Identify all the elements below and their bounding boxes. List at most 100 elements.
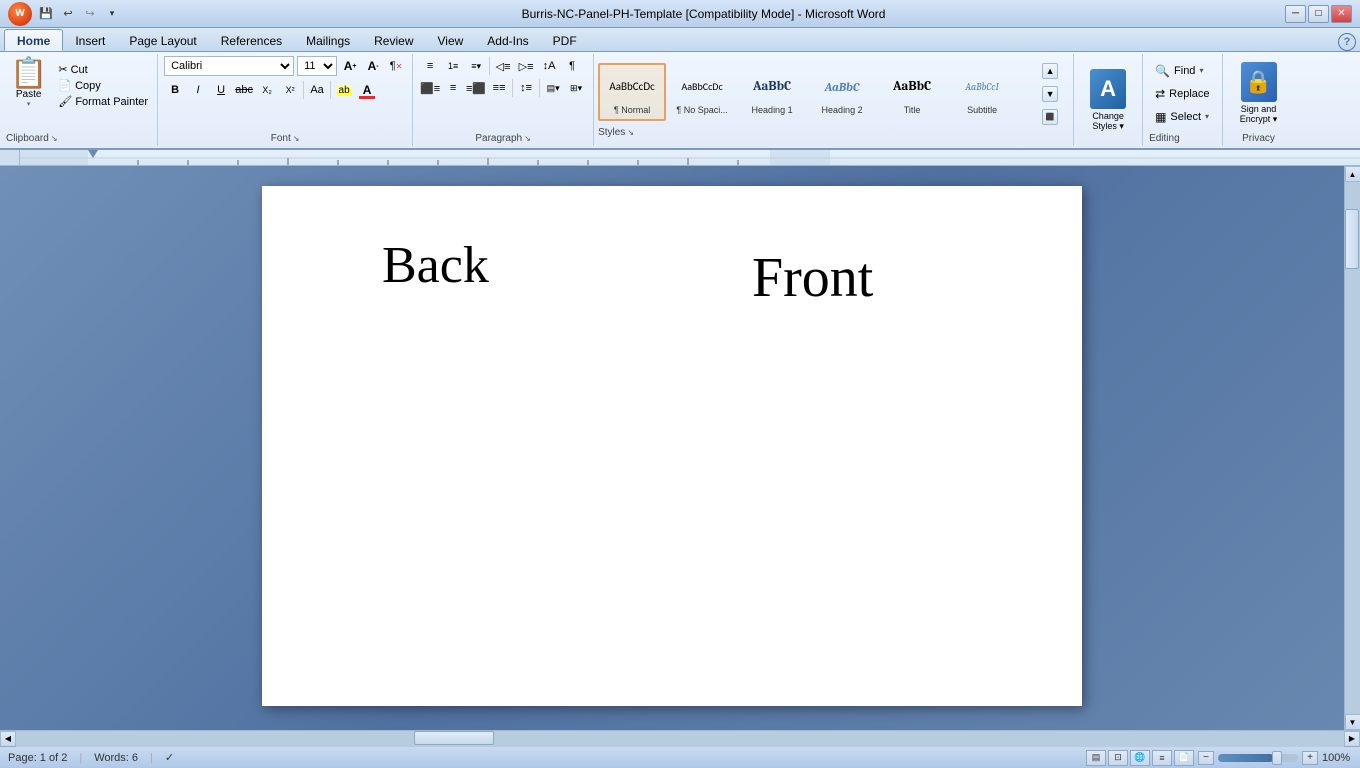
text-highlight-button[interactable]: ab xyxy=(333,80,355,100)
maximize-button[interactable]: □ xyxy=(1308,5,1329,23)
cut-button[interactable]: ✂ Cut xyxy=(55,62,151,77)
h-scroll-track[interactable] xyxy=(16,731,1344,747)
h-scroll-left-button[interactable]: ◀ xyxy=(0,731,16,747)
find-button[interactable]: 🔍 Find ▾ xyxy=(1149,60,1215,82)
line-spacing-button[interactable]: ↕≡ xyxy=(515,78,537,98)
web-layout-button[interactable]: 🌐 xyxy=(1130,750,1150,766)
select-icon: ▦ xyxy=(1155,110,1166,124)
replace-icon: ⇄ xyxy=(1155,87,1165,101)
show-hide-button[interactable]: ¶ xyxy=(561,56,583,76)
numbering-button[interactable]: 1≡ xyxy=(442,56,464,76)
zoom-out-button[interactable]: − xyxy=(1198,751,1214,765)
find-icon: 🔍 xyxy=(1155,64,1170,78)
close-button[interactable]: ✕ xyxy=(1331,5,1352,23)
change-styles-button[interactable]: A ChangeStyles ▾ xyxy=(1080,65,1136,136)
italic-button[interactable]: I xyxy=(187,80,209,100)
clear-format-button[interactable]: ¶✕ xyxy=(386,56,406,76)
font-expand-icon[interactable]: ↘ xyxy=(293,134,300,143)
scroll-down-button[interactable]: ▼ xyxy=(1345,714,1360,730)
multilevel-list-button[interactable]: ≡▾ xyxy=(465,56,487,76)
align-center-button[interactable]: ≡ xyxy=(442,78,464,98)
undo-button[interactable]: ↩ xyxy=(58,4,78,24)
style-title[interactable]: AaBbC Title xyxy=(878,63,946,121)
style-heading1[interactable]: AaBbC Heading 1 xyxy=(738,63,806,121)
change-case-button[interactable]: Aa xyxy=(306,80,328,100)
styles-group: AaBbCcDc ¶ Normal AaBbCcDc ¶ No Spaci...… xyxy=(594,54,1074,146)
office-orb[interactable]: W xyxy=(8,2,32,26)
font-name-select[interactable]: Calibri xyxy=(164,56,294,76)
tab-page-layout[interactable]: Page Layout xyxy=(117,29,208,51)
scroll-track[interactable] xyxy=(1345,182,1360,714)
tab-references[interactable]: References xyxy=(209,29,294,51)
window-controls: ─ □ ✕ xyxy=(1285,5,1352,23)
decrease-font-button[interactable]: A- xyxy=(363,56,383,76)
scroll-up-button[interactable]: ▲ xyxy=(1345,166,1360,182)
redo-button[interactable]: ↪ xyxy=(80,4,100,24)
format-painter-button[interactable]: 🖌 Format Painter xyxy=(55,94,151,109)
bullets-button[interactable]: ≡ xyxy=(419,56,441,76)
tab-mailings[interactable]: Mailings xyxy=(294,29,362,51)
style-no-spacing[interactable]: AaBbCcDc ¶ No Spaci... xyxy=(668,63,736,121)
increase-font-button[interactable]: A+ xyxy=(340,56,360,76)
tab-view[interactable]: View xyxy=(426,29,476,51)
style-heading2[interactable]: AaBbC Heading 2 xyxy=(808,63,876,121)
tab-insert[interactable]: Insert xyxy=(63,29,117,51)
copy-button[interactable]: 📄 Copy xyxy=(55,78,151,93)
font-size-select[interactable]: 11 xyxy=(297,56,337,76)
print-layout-button[interactable]: ▤ xyxy=(1086,750,1106,766)
align-right-button[interactable]: ≡⬛ xyxy=(465,78,487,98)
underline-button[interactable]: U xyxy=(210,80,232,100)
h-scroll-right-button[interactable]: ▶ xyxy=(1344,731,1360,747)
styles-more-button[interactable]: ⬛ xyxy=(1042,109,1058,125)
bold-button[interactable]: B xyxy=(164,80,186,100)
styles-scroll-down-button[interactable]: ▼ xyxy=(1042,86,1058,102)
clipboard-expand-icon[interactable]: ↘ xyxy=(51,134,58,143)
borders-button[interactable]: ⊞▾ xyxy=(565,78,587,98)
scroll-thumb[interactable] xyxy=(1345,209,1359,269)
zoom-in-button[interactable]: + xyxy=(1302,751,1318,765)
sign-encrypt-button[interactable]: 🔒 Sign andEncrypt ▾ xyxy=(1229,58,1289,129)
minimize-button[interactable]: ─ xyxy=(1285,5,1306,23)
replace-button[interactable]: ⇄ Replace xyxy=(1149,83,1215,105)
tab-pdf[interactable]: PDF xyxy=(541,29,589,51)
styles-scroll-up-button[interactable]: ▲ xyxy=(1042,63,1058,79)
paste-button[interactable]: 📋 Paste ▾ xyxy=(6,56,51,111)
paragraph-expand-icon[interactable]: ↘ xyxy=(524,134,531,143)
font-color-button[interactable]: A xyxy=(356,80,378,100)
page-info: Page: 1 of 2 xyxy=(8,752,67,764)
zoom-thumb[interactable] xyxy=(1272,751,1282,765)
ruler xyxy=(0,150,1360,166)
paragraph-row2: ⬛≡ ≡ ≡⬛ ≡≡ ↕≡ ▤▾ ⊞▾ xyxy=(419,78,587,98)
increase-indent-button[interactable]: ▷≡ xyxy=(515,56,537,76)
style-normal[interactable]: AaBbCcDc ¶ Normal xyxy=(598,63,666,121)
decrease-indent-button[interactable]: ◁≡ xyxy=(492,56,514,76)
subscript-button[interactable]: X₂ xyxy=(256,80,278,100)
document-page[interactable]: Back Front xyxy=(262,186,1082,706)
spell-check-icon[interactable]: ✓ xyxy=(165,751,174,764)
strikethrough-button[interactable]: abc xyxy=(233,80,255,100)
select-button[interactable]: ▦ Select ▾ xyxy=(1149,106,1215,128)
ribbon-body: 📋 Paste ▾ ✂ Cut 📄 Copy 🖌 xyxy=(0,52,1360,150)
tab-review[interactable]: Review xyxy=(362,29,425,51)
shading-button[interactable]: ▤▾ xyxy=(542,78,564,98)
styles-group-label: Styles xyxy=(598,127,625,138)
ruler-corner[interactable] xyxy=(0,150,20,166)
h-scroll-thumb[interactable] xyxy=(414,731,494,745)
zoom-level[interactable]: 100% xyxy=(1322,752,1352,764)
superscript-button[interactable]: X² xyxy=(279,80,301,100)
zoom-bar[interactable] xyxy=(1218,754,1298,762)
align-left-button[interactable]: ⬛≡ xyxy=(419,78,441,98)
quick-access-more-button[interactable]: ▾ xyxy=(102,4,122,24)
sort-button[interactable]: ↕A xyxy=(538,56,560,76)
draft-button[interactable]: 📄 xyxy=(1174,750,1194,766)
document-area[interactable]: Back Front xyxy=(0,166,1344,730)
outline-button[interactable]: ≡ xyxy=(1152,750,1172,766)
save-button[interactable]: 💾 xyxy=(36,4,56,24)
tab-home[interactable]: Home xyxy=(4,29,63,51)
style-subtitle[interactable]: AaBbCcI Subtitle xyxy=(948,63,1016,121)
help-button[interactable]: ? xyxy=(1338,33,1356,51)
tab-add-ins[interactable]: Add-Ins xyxy=(475,29,540,51)
styles-expand-icon[interactable]: ↘ xyxy=(627,128,634,137)
justify-button[interactable]: ≡≡ xyxy=(488,78,510,98)
full-screen-button[interactable]: ⊡ xyxy=(1108,750,1128,766)
